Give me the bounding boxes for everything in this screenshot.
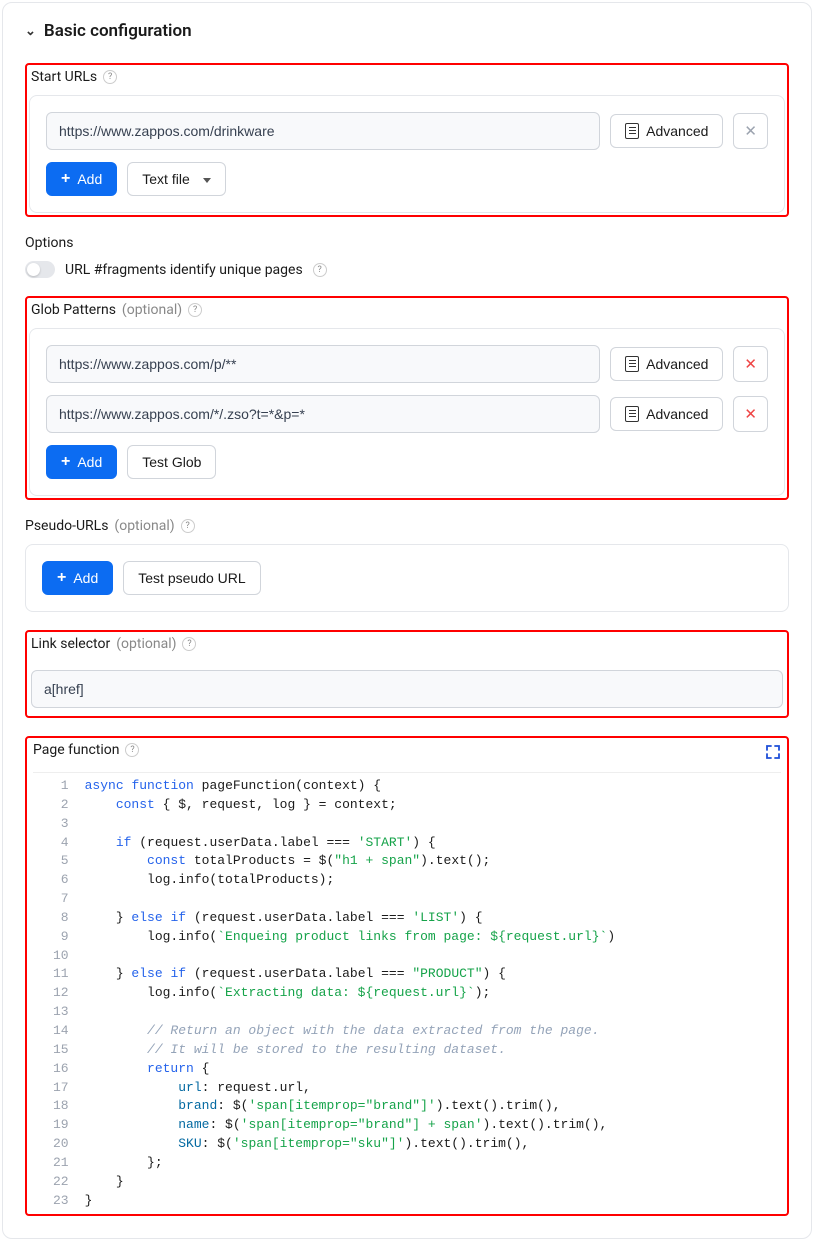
optional-label: (optional) bbox=[114, 518, 174, 534]
glob-patterns-section: Glob Patterns (optional) ? Advanced ✕ bbox=[25, 296, 789, 500]
code-editor[interactable]: 1234567891011121314151617181920212223 as… bbox=[33, 772, 781, 1214]
help-icon[interactable]: ? bbox=[313, 263, 327, 277]
line-gutter: 1234567891011121314151617181920212223 bbox=[33, 773, 85, 1214]
glob-label: Glob Patterns bbox=[31, 302, 116, 318]
code-content[interactable]: async function pageFunction(context) { c… bbox=[85, 773, 781, 1214]
start-urls-section: Start URLs ? Advanced ✕ + bbox=[25, 63, 789, 217]
plus-icon: + bbox=[57, 570, 66, 586]
options-label: Options bbox=[25, 235, 73, 251]
glob-input-1[interactable] bbox=[46, 395, 600, 433]
remove-glob-button[interactable]: ✕ bbox=[733, 346, 768, 382]
start-url-input[interactable] bbox=[46, 112, 600, 150]
plus-icon: + bbox=[61, 171, 70, 187]
add-glob-button[interactable]: + Add bbox=[46, 445, 117, 479]
document-icon bbox=[625, 123, 639, 139]
link-selector-label: Link selector bbox=[31, 636, 110, 652]
help-icon[interactable]: ? bbox=[103, 70, 117, 84]
help-icon[interactable]: ? bbox=[181, 519, 195, 533]
optional-label: (optional) bbox=[122, 302, 182, 318]
options-section: Options URL #fragments identify unique p… bbox=[25, 235, 789, 278]
document-icon bbox=[625, 356, 639, 372]
glob-input-0[interactable] bbox=[46, 345, 600, 383]
basic-config-panel: ⌄ Basic configuration Start URLs ? Advan… bbox=[2, 2, 812, 1239]
page-function-section: Page function ? 123456789101112131415161… bbox=[25, 736, 789, 1216]
help-icon[interactable]: ? bbox=[188, 303, 202, 317]
advanced-button[interactable]: Advanced bbox=[610, 397, 723, 431]
panel-header[interactable]: ⌄ Basic configuration bbox=[25, 21, 789, 41]
document-icon bbox=[625, 406, 639, 422]
test-glob-button[interactable]: Test Glob bbox=[127, 445, 216, 479]
test-pseudo-button[interactable]: Test pseudo URL bbox=[123, 561, 260, 595]
chevron-down-icon: ⌄ bbox=[25, 24, 36, 39]
start-urls-label: Start URLs bbox=[31, 69, 97, 85]
panel-title: Basic configuration bbox=[44, 21, 192, 41]
advanced-button[interactable]: Advanced bbox=[610, 114, 723, 148]
plus-icon: + bbox=[61, 454, 70, 470]
close-icon: ✕ bbox=[744, 122, 757, 140]
page-function-label: Page function bbox=[33, 742, 119, 758]
close-icon: ✕ bbox=[744, 405, 757, 423]
expand-icon[interactable] bbox=[765, 744, 781, 760]
help-icon[interactable]: ? bbox=[182, 637, 196, 651]
text-file-dropdown[interactable]: Text file bbox=[127, 162, 225, 196]
link-selector-input[interactable] bbox=[31, 670, 783, 708]
fragments-toggle[interactable] bbox=[25, 261, 55, 278]
remove-glob-button[interactable]: ✕ bbox=[733, 396, 768, 432]
optional-label: (optional) bbox=[116, 636, 176, 652]
help-icon[interactable]: ? bbox=[125, 743, 139, 757]
pseudo-label: Pseudo-URLs bbox=[25, 518, 108, 534]
pseudo-urls-section: Pseudo-URLs (optional) ? + Add Test pseu… bbox=[25, 518, 789, 612]
link-selector-section: Link selector (optional) ? bbox=[25, 630, 789, 718]
close-icon: ✕ bbox=[744, 355, 757, 373]
add-url-button[interactable]: + Add bbox=[46, 162, 117, 196]
remove-url-button[interactable]: ✕ bbox=[733, 113, 768, 149]
fragments-label: URL #fragments identify unique pages bbox=[65, 262, 303, 278]
advanced-button[interactable]: Advanced bbox=[610, 347, 723, 381]
add-pseudo-button[interactable]: + Add bbox=[42, 561, 113, 595]
